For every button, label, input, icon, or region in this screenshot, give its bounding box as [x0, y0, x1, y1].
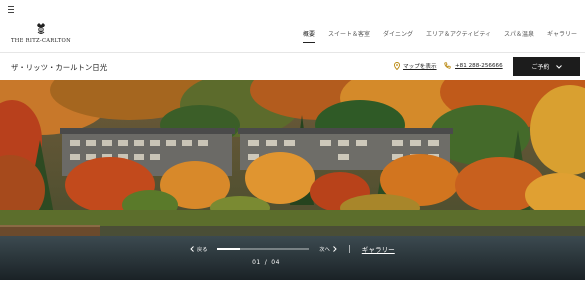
phone-number: +81 288-256666 — [455, 62, 503, 69]
logo-text: THE RITZ-CARLTON — [11, 38, 71, 44]
nav-item-area-activities[interactable]: エリア＆アクティビティ — [426, 29, 491, 41]
ritz-carlton-crest-icon — [37, 23, 45, 34]
logo[interactable]: THE RITZ-CARLTON — [10, 22, 72, 48]
pager-total: 04 — [271, 259, 280, 266]
nav-item-dining[interactable]: ダイニング — [383, 29, 413, 41]
pager-current: 01 — [252, 259, 261, 266]
carousel-progress-fill — [217, 248, 241, 250]
map-link[interactable]: マップを表示 — [394, 62, 437, 70]
nav-item-suites-rooms[interactable]: スイート＆客室 — [328, 29, 370, 41]
carousel-prev-label: 戻る — [197, 246, 208, 253]
carousel-separator — [348, 245, 350, 253]
main-nav: 概要 スイート＆客室 ダイニング エリア＆アクティビティ スパ＆温泉 ギャラリー — [290, 29, 577, 43]
carousel-next-button[interactable]: 次へ — [319, 246, 337, 253]
gallery-link[interactable]: ギャラリー — [362, 244, 395, 254]
carousel-pager: 01/04 — [0, 259, 532, 266]
phone-link[interactable]: +81 288-256666 — [444, 62, 503, 69]
reserve-button[interactable]: ご予約 — [513, 57, 580, 76]
carousel-progress — [217, 248, 310, 250]
nav-item-overview[interactable]: 概要 — [302, 29, 315, 43]
reserve-button-label: ご予約 — [531, 64, 550, 71]
carousel-next-label: 次へ — [319, 246, 330, 253]
carousel-controls: 戻る 次へ ギャラリー — [190, 244, 395, 254]
hamburger-menu-icon[interactable] — [8, 6, 14, 13]
nav-item-spa-onsen[interactable]: スパ＆温泉 — [504, 29, 534, 41]
pager-separator: / — [264, 259, 268, 266]
map-link-label: マップを表示 — [403, 64, 437, 70]
chevron-down-icon — [555, 64, 562, 69]
header-divider — [0, 52, 585, 53]
map-pin-icon — [394, 62, 400, 70]
chevron-left-icon — [190, 246, 194, 252]
phone-icon — [444, 62, 451, 69]
carousel-prev-button[interactable]: 戻る — [190, 246, 207, 253]
hotel-name: ザ・リッツ・カールトン日光 — [11, 63, 108, 72]
chevron-right-icon — [332, 246, 337, 252]
nav-item-gallery[interactable]: ギャラリー — [547, 29, 577, 41]
